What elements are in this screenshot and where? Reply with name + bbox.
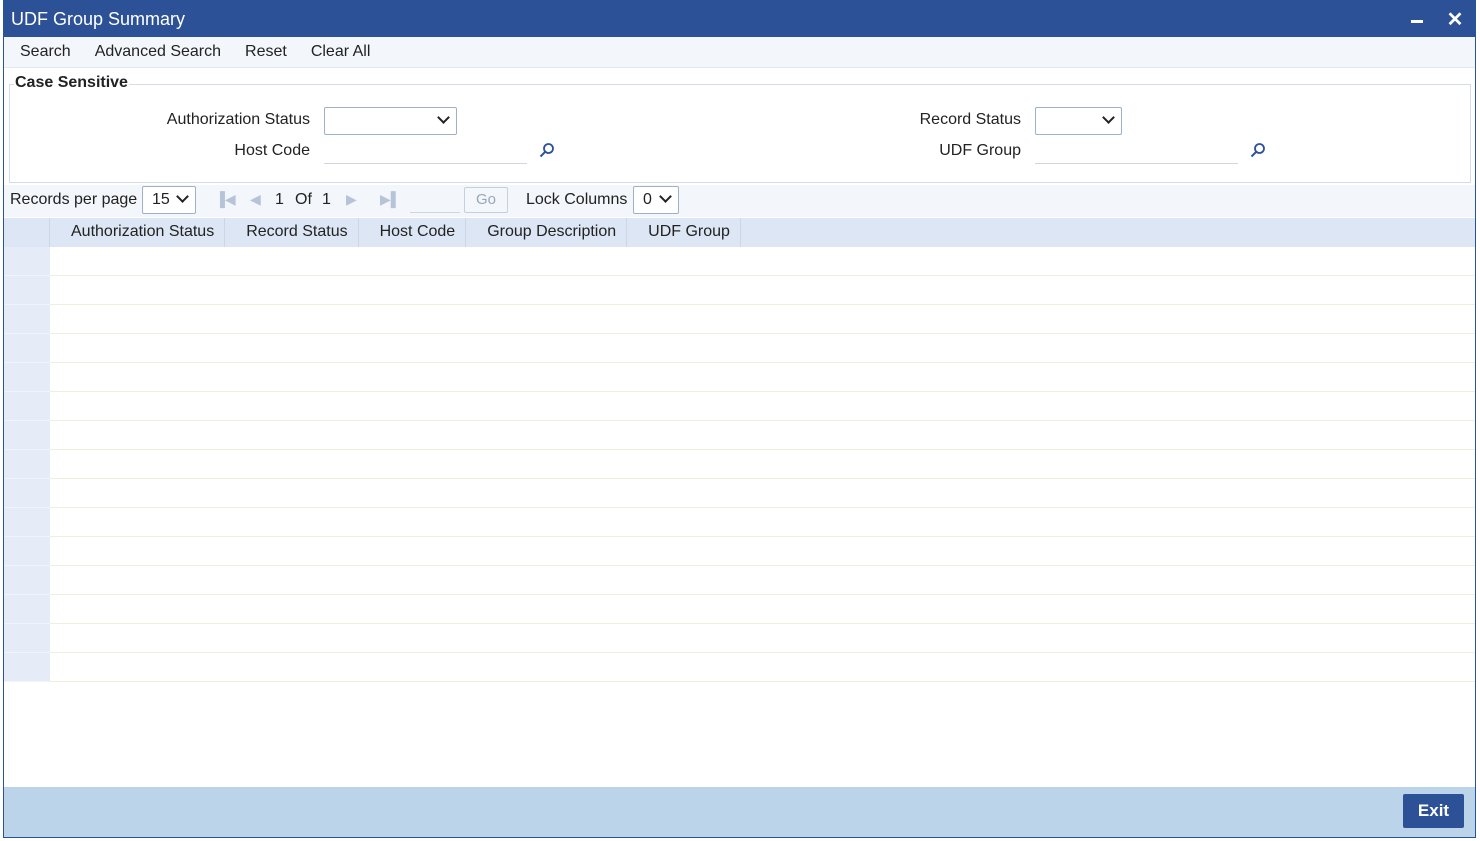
row-content — [50, 363, 1475, 391]
column-header-authorization-status[interactable]: Authorization Status — [50, 218, 226, 247]
table-row[interactable] — [4, 392, 1475, 421]
row-select-cell[interactable] — [4, 305, 50, 334]
row-select-cell[interactable] — [4, 479, 50, 508]
row-select-cell[interactable] — [4, 450, 50, 479]
current-page-number: 1 — [275, 191, 284, 208]
row-select-cell[interactable] — [4, 624, 50, 653]
row-content — [50, 479, 1475, 507]
udf-group-input[interactable] — [1035, 138, 1238, 164]
case-sensitive-legend: Case Sensitive — [14, 74, 129, 92]
row-select-cell[interactable] — [4, 247, 50, 276]
chevron-down-icon — [176, 190, 189, 203]
lock-columns-label: Lock Columns — [526, 191, 628, 208]
table-row[interactable] — [4, 334, 1475, 363]
host-code-input[interactable] — [324, 138, 527, 164]
table-row[interactable] — [4, 479, 1475, 508]
column-header-record-status[interactable]: Record Status — [225, 218, 359, 247]
record-status-select[interactable] — [1035, 107, 1122, 135]
table-row[interactable] — [4, 421, 1475, 450]
previous-page-icon[interactable]: ◀ — [250, 191, 261, 208]
records-per-page-select[interactable]: 15 — [142, 186, 196, 214]
row-select-cell[interactable] — [4, 363, 50, 392]
reset-button[interactable]: Reset — [245, 43, 287, 61]
table-row[interactable] — [4, 508, 1475, 537]
table-row[interactable] — [4, 624, 1475, 653]
pagination-bar: Records per page 15 ▐◀ ◀ 1 Of 1 ▶ ▶▌ Go … — [4, 185, 1475, 217]
clear-all-button[interactable]: Clear All — [311, 43, 371, 61]
row-content — [50, 334, 1475, 362]
column-header-group-description[interactable]: Group Description — [466, 218, 628, 247]
records-per-page-value: 15 — [152, 191, 170, 208]
row-select-cell[interactable] — [4, 566, 50, 595]
minimize-icon[interactable] — [1405, 7, 1429, 31]
row-content — [50, 653, 1475, 681]
row-content — [50, 624, 1475, 652]
of-label: Of — [295, 191, 312, 208]
table-row[interactable] — [4, 653, 1475, 682]
first-page-icon[interactable]: ▐◀ — [215, 191, 236, 208]
row-content — [50, 421, 1475, 449]
page-number-input[interactable] — [410, 189, 460, 213]
row-content — [50, 508, 1475, 536]
last-page-icon[interactable]: ▶▌ — [380, 191, 401, 208]
row-content — [50, 537, 1475, 565]
search-button[interactable]: Search — [20, 43, 71, 61]
lock-columns-select[interactable]: 0 — [633, 186, 679, 214]
table-row[interactable] — [4, 537, 1475, 566]
row-select-cell[interactable] — [4, 334, 50, 363]
search-criteria-fieldset — [9, 84, 1471, 183]
go-button[interactable]: Go — [464, 187, 508, 213]
toolbar: Search Advanced Search Reset Clear All — [4, 37, 1475, 68]
row-content — [50, 566, 1475, 594]
table-row[interactable] — [4, 363, 1475, 392]
row-content — [50, 305, 1475, 333]
row-select-cell[interactable] — [4, 421, 50, 450]
chevron-down-icon — [1102, 111, 1115, 124]
grid-header: Authorization Status Record Status Host … — [4, 218, 1475, 247]
advanced-search-button[interactable]: Advanced Search — [95, 43, 221, 61]
row-content — [50, 276, 1475, 304]
row-content — [50, 450, 1475, 478]
record-status-label: Record Status — [919, 111, 1021, 128]
chevron-down-icon — [659, 190, 672, 203]
row-select-cell[interactable] — [4, 508, 50, 537]
row-content — [50, 595, 1475, 623]
authorization-status-select[interactable] — [324, 107, 457, 135]
total-pages-number: 1 — [322, 191, 331, 208]
next-page-icon[interactable]: ▶ — [346, 191, 357, 208]
column-header-udf-group[interactable]: UDF Group — [627, 218, 741, 247]
udf-group-summary-window: UDF Group Summary ✕ Search Advanced Sear… — [3, 0, 1476, 838]
table-row[interactable] — [4, 595, 1475, 624]
row-content — [50, 392, 1475, 420]
host-code-label: Host Code — [234, 142, 310, 159]
table-row[interactable] — [4, 305, 1475, 334]
authorization-status-label: Authorization Status — [166, 111, 310, 128]
title-bar: UDF Group Summary ✕ — [4, 1, 1475, 37]
table-row[interactable] — [4, 247, 1475, 276]
chevron-down-icon — [437, 111, 450, 124]
row-select-cell[interactable] — [4, 653, 50, 682]
row-select-cell[interactable] — [4, 276, 50, 305]
row-select-cell[interactable] — [4, 537, 50, 566]
close-icon[interactable]: ✕ — [1443, 7, 1467, 31]
row-content — [50, 247, 1475, 275]
row-select-cell[interactable] — [4, 392, 50, 421]
host-code-lookup-icon[interactable] — [539, 142, 555, 158]
row-select-cell[interactable] — [4, 595, 50, 624]
footer-bar: Exit — [4, 787, 1475, 837]
udf-group-label: UDF Group — [939, 142, 1021, 159]
table-row[interactable] — [4, 276, 1475, 305]
udf-group-lookup-icon[interactable] — [1250, 142, 1266, 158]
records-per-page-label: Records per page — [10, 191, 138, 208]
lock-columns-value: 0 — [643, 191, 652, 208]
grid-body — [4, 247, 1475, 682]
results-grid: Authorization Status Record Status Host … — [4, 218, 1475, 682]
table-row[interactable] — [4, 566, 1475, 595]
exit-button[interactable]: Exit — [1403, 794, 1464, 828]
window-title: UDF Group Summary — [11, 8, 186, 29]
table-row[interactable] — [4, 450, 1475, 479]
column-header-host-code[interactable]: Host Code — [359, 218, 467, 247]
grid-select-all-cell[interactable] — [4, 218, 50, 247]
